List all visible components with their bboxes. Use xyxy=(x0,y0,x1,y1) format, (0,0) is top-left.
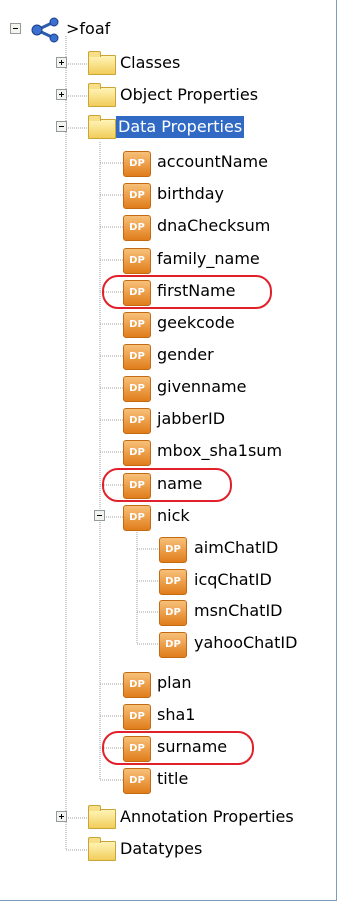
dp-badge-icon: DP xyxy=(123,505,151,531)
annotation-properties-label[interactable]: Annotation Properties xyxy=(118,806,296,828)
classes-label[interactable]: Classes xyxy=(118,52,182,74)
tree-node-data-property[interactable]: DP birthday xyxy=(0,179,338,211)
data-property-label[interactable]: title xyxy=(155,768,190,790)
tree-node-nick[interactable]: DP nick xyxy=(0,501,338,533)
folder-icon xyxy=(88,805,116,829)
tree-node-annotation-properties[interactable]: Annotation Properties xyxy=(0,802,338,834)
data-property-label[interactable]: msnChatID xyxy=(192,600,285,622)
tree-node-data-property[interactable]: DP title xyxy=(0,764,338,796)
tree-node-data-property[interactable]: DP gender xyxy=(0,340,338,372)
tree-node-nick-child[interactable]: DP yahooChatID xyxy=(0,628,338,660)
dp-badge-icon: DP xyxy=(123,312,151,338)
data-property-label[interactable]: givenname xyxy=(155,376,248,398)
folder-icon xyxy=(88,115,116,139)
tree-node-data-property[interactable]: DP accountName xyxy=(0,147,338,179)
data-property-label[interactable]: geekcode xyxy=(155,312,237,334)
tree-node-data-property[interactable]: DP givenname xyxy=(0,372,338,404)
tree-node-root[interactable]: >foaf xyxy=(0,14,338,46)
ontology-icon xyxy=(31,17,59,43)
expand-toggle[interactable] xyxy=(56,57,67,68)
dp-badge-icon: DP xyxy=(123,280,151,306)
data-property-label[interactable]: icqChatID xyxy=(192,569,274,591)
data-property-label[interactable]: sha1 xyxy=(155,704,197,726)
dp-badge-icon: DP xyxy=(123,183,151,209)
tree-node-data-property[interactable]: DP surname xyxy=(0,732,338,764)
expand-toggle[interactable] xyxy=(56,811,67,822)
tree-node-data-property[interactable]: DP firstName xyxy=(0,276,338,308)
root-label[interactable]: >foaf xyxy=(64,18,112,40)
data-property-label[interactable]: nick xyxy=(155,505,192,527)
data-property-label[interactable]: family_name xyxy=(155,248,262,270)
collapse-toggle[interactable] xyxy=(10,23,21,34)
tree-node-data-properties[interactable]: Data Properties xyxy=(0,112,338,144)
data-property-label[interactable]: aimChatID xyxy=(192,537,280,559)
tree-node-object-properties[interactable]: Object Properties xyxy=(0,80,338,112)
dp-badge-icon: DP xyxy=(123,151,151,177)
dp-badge-icon: DP xyxy=(123,376,151,402)
dp-badge-icon: DP xyxy=(159,600,187,626)
data-property-label[interactable]: gender xyxy=(155,344,216,366)
tree-node-nick-child[interactable]: DP icqChatID xyxy=(0,565,338,597)
folder-icon xyxy=(88,837,116,861)
tree-node-data-property[interactable]: DP family_name xyxy=(0,244,338,276)
collapse-toggle[interactable] xyxy=(94,510,105,521)
dp-badge-icon: DP xyxy=(159,569,187,595)
data-property-label[interactable]: surname xyxy=(155,736,229,758)
dp-badge-icon: DP xyxy=(123,215,151,241)
dp-badge-icon: DP xyxy=(123,672,151,698)
tree-node-data-property[interactable]: DP jabberID xyxy=(0,404,338,436)
expand-toggle[interactable] xyxy=(56,89,67,100)
dp-badge-icon: DP xyxy=(123,768,151,794)
data-property-label[interactable]: mbox_sha1sum xyxy=(155,440,284,462)
dp-badge-icon: DP xyxy=(159,632,187,658)
tree-node-classes[interactable]: Classes xyxy=(0,48,338,80)
datatypes-label[interactable]: Datatypes xyxy=(118,838,204,860)
data-property-label[interactable]: dnaChecksum xyxy=(155,215,272,237)
dp-badge-icon: DP xyxy=(123,473,151,499)
tree-node-data-property[interactable]: DP sha1 xyxy=(0,700,338,732)
tree-node-data-property[interactable]: DP mbox_sha1sum xyxy=(0,436,338,468)
ontology-tree[interactable]: >foaf Classes Object Properties Data Pro… xyxy=(0,0,338,902)
data-property-label[interactable]: name xyxy=(155,473,204,495)
dp-badge-icon: DP xyxy=(123,704,151,730)
data-property-label[interactable]: yahooChatID xyxy=(192,632,299,654)
tree-node-data-property[interactable]: DP geekcode xyxy=(0,308,338,340)
tree-node-nick-child[interactable]: DP msnChatID xyxy=(0,596,338,628)
dp-badge-icon: DP xyxy=(123,408,151,434)
dp-badge-icon: DP xyxy=(123,344,151,370)
object-properties-label[interactable]: Object Properties xyxy=(118,84,260,106)
tree-node-nick-child[interactable]: DP aimChatID xyxy=(0,533,338,565)
dp-badge-icon: DP xyxy=(159,537,187,563)
data-properties-label[interactable]: Data Properties xyxy=(116,116,245,138)
collapse-toggle[interactable] xyxy=(56,121,67,132)
folder-icon xyxy=(88,83,116,107)
dp-badge-icon: DP xyxy=(123,440,151,466)
data-property-label[interactable]: plan xyxy=(155,672,194,694)
tree-node-data-property[interactable]: DP plan xyxy=(0,668,338,700)
tree-node-data-property[interactable]: DP name xyxy=(0,469,338,501)
data-property-label[interactable]: birthday xyxy=(155,183,226,205)
data-property-label[interactable]: firstName xyxy=(155,280,237,302)
tree-node-data-property[interactable]: DP dnaChecksum xyxy=(0,211,338,243)
folder-icon xyxy=(88,51,116,75)
dp-badge-icon: DP xyxy=(123,736,151,762)
dp-badge-icon: DP xyxy=(123,248,151,274)
data-property-label[interactable]: accountName xyxy=(155,151,270,173)
tree-node-datatypes[interactable]: Datatypes xyxy=(0,834,338,866)
data-property-label[interactable]: jabberID xyxy=(155,408,227,430)
